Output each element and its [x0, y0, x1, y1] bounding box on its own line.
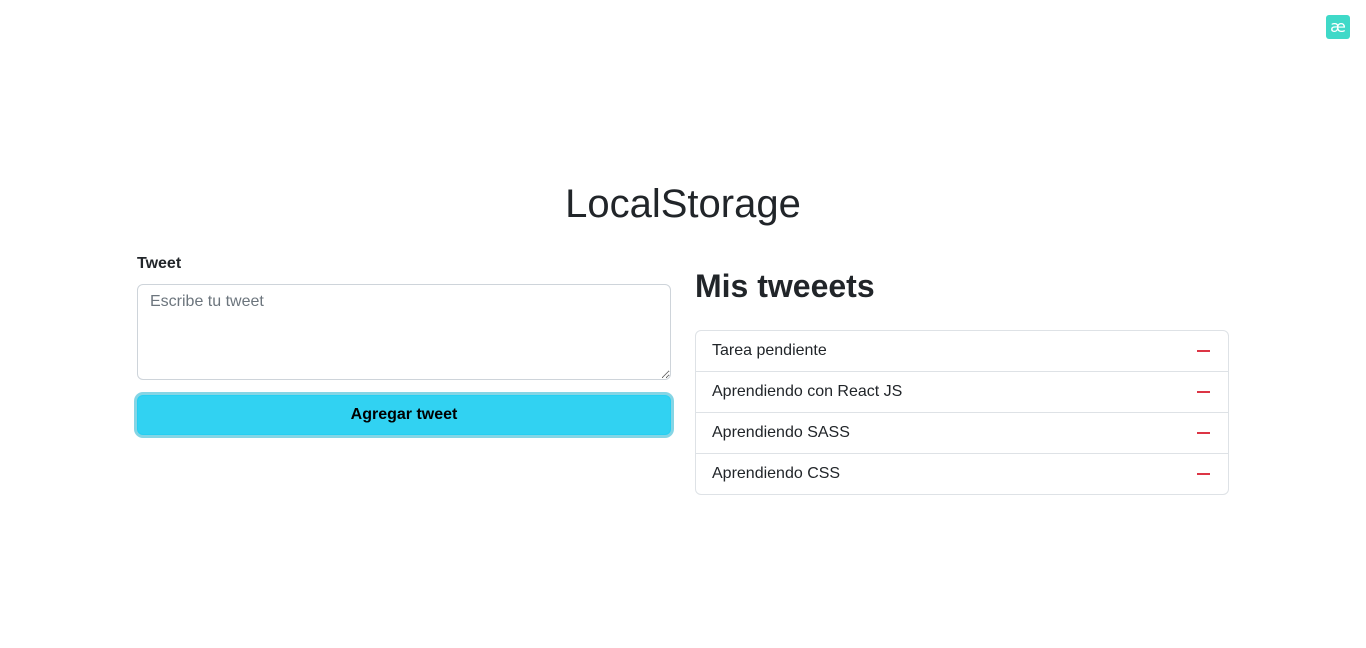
tweet-text: Tarea pendiente — [712, 342, 827, 359]
remove-tweet-button[interactable] — [1194, 465, 1212, 483]
tweet-textarea[interactable] — [137, 284, 671, 380]
remove-tweet-button[interactable] — [1194, 342, 1212, 360]
minus-icon — [1196, 432, 1210, 434]
minus-icon — [1196, 473, 1210, 475]
tweet-item: Aprendiendo CSS — [696, 454, 1228, 494]
add-tweet-button[interactable]: Agregar tweet — [137, 395, 671, 435]
remove-tweet-button[interactable] — [1194, 383, 1212, 401]
tweet-item: Tarea pendiente — [696, 331, 1228, 372]
tweet-text: Aprendiendo SASS — [712, 424, 850, 441]
page: æ LocalStorage Tweet Agregar tweet Mis t… — [0, 0, 1366, 648]
tweet-label: Tweet — [137, 255, 182, 272]
extension-badge-icon[interactable]: æ — [1326, 15, 1350, 39]
tweet-text: Aprendiendo CSS — [712, 465, 841, 482]
tweet-form: Tweet Agregar tweet — [137, 252, 672, 435]
page-title: LocalStorage — [565, 182, 801, 226]
tweet-item: Aprendiendo SASS — [696, 413, 1228, 454]
tweet-item: Aprendiendo con React JS — [696, 372, 1228, 413]
minus-icon — [1196, 391, 1210, 393]
tweet-list: Tarea pendiente Aprendiendo con React JS… — [695, 330, 1229, 495]
tweets-panel: Mis tweeets Tarea pendiente Aprendiendo … — [695, 262, 1229, 495]
minus-icon — [1196, 350, 1210, 352]
tweets-title: Mis tweeets — [695, 268, 875, 304]
tweet-text: Aprendiendo con React JS — [712, 383, 903, 400]
remove-tweet-button[interactable] — [1194, 424, 1212, 442]
